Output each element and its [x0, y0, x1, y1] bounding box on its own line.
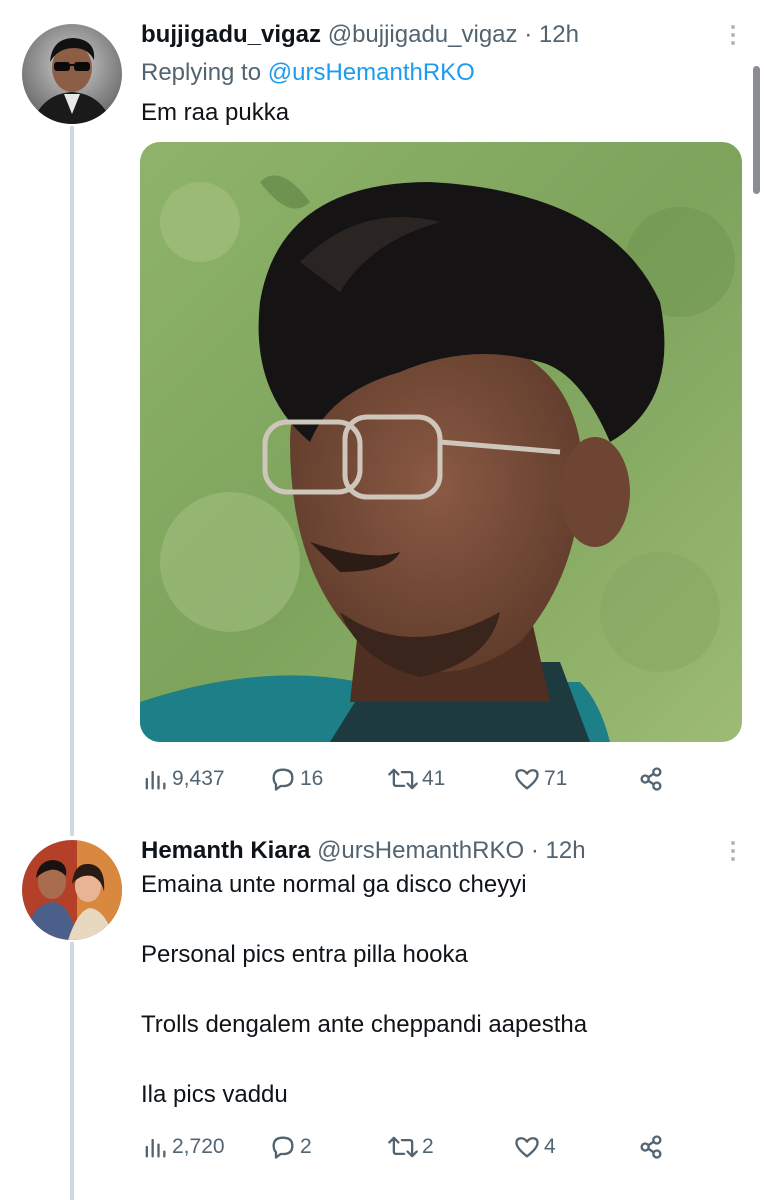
- reply-button[interactable]: 16: [269, 762, 323, 796]
- tweet-content: bujjigadu_vigaz @bujjigadu_vigaz · 12h R…: [141, 20, 740, 128]
- like-button[interactable]: 4: [513, 1130, 556, 1164]
- like-icon: [515, 1137, 539, 1158]
- views-count: 9,437: [172, 767, 225, 790]
- display-name[interactable]: bujjigadu_vigaz: [141, 21, 321, 48]
- tweet-text-line: Personal pics entra pilla hooka: [141, 941, 468, 968]
- tweet-actions: 9,437 16 41 71: [141, 762, 671, 796]
- share-button[interactable]: [637, 1130, 665, 1164]
- views-button[interactable]: 9,437: [141, 762, 225, 796]
- like-button[interactable]: 71: [513, 762, 567, 796]
- tweet-text-line: Ila pics vaddu: [141, 1081, 288, 1108]
- share-icon: [640, 1135, 662, 1159]
- views-icon: [145, 1138, 166, 1158]
- tweet-text-line: Trolls dengalem ante cheppandi aapestha: [141, 1011, 588, 1038]
- retweet-count: 41: [422, 767, 446, 790]
- more-icon[interactable]: [718, 836, 748, 866]
- reply-mention-link[interactable]: @ursHemanthRKO: [268, 59, 475, 86]
- reply-button[interactable]: 2: [269, 1130, 312, 1164]
- avatar[interactable]: [22, 24, 122, 124]
- like-icon: [515, 769, 539, 790]
- tweet-content: Hemanth Kiara @ursHemanthRKO · 12h Emain…: [141, 836, 740, 1110]
- tweet-text: Em raa pukka: [141, 98, 740, 128]
- tweet-1[interactable]: bujjigadu_vigaz @bujjigadu_vigaz · 12h R…: [0, 20, 764, 810]
- replying-to: Replying to @ursHemanthRKO: [141, 58, 740, 88]
- share-icon: [640, 767, 662, 791]
- replying-label: Replying to: [141, 59, 262, 86]
- display-name[interactable]: Hemanth Kiara: [141, 837, 310, 864]
- timestamp[interactable]: 12h: [546, 837, 586, 864]
- tweet-header: bujjigadu_vigaz @bujjigadu_vigaz · 12h: [141, 20, 740, 50]
- user-handle[interactable]: @bujjigadu_vigaz: [328, 21, 518, 48]
- separator-dot: ·: [524, 21, 533, 48]
- more-icon[interactable]: [718, 20, 748, 50]
- retweet-icon: [388, 768, 418, 790]
- tweet-actions: 2,720 2 2 4: [141, 1130, 671, 1164]
- tweet-photo[interactable]: [140, 142, 742, 742]
- tweet-text-line: Em raa pukka: [141, 99, 290, 126]
- tweet-text-line: Emaina unte normal ga disco cheyyi: [141, 871, 527, 898]
- retweet-button[interactable]: 2: [387, 1130, 434, 1164]
- reply-count: 2: [300, 1135, 312, 1158]
- views-button[interactable]: 2,720: [141, 1130, 225, 1164]
- reply-icon: [272, 1136, 294, 1159]
- views-count: 2,720: [172, 1135, 225, 1158]
- retweet-count: 2: [422, 1135, 434, 1158]
- tweet-2[interactable]: Hemanth Kiara @ursHemanthRKO · 12h Emain…: [0, 836, 764, 1200]
- like-count: 71: [544, 767, 568, 790]
- retweet-button[interactable]: 41: [387, 762, 445, 796]
- views-icon: [145, 770, 166, 790]
- tweet-header: Hemanth Kiara @ursHemanthRKO · 12h: [141, 836, 740, 866]
- separator-dot: ·: [530, 837, 539, 864]
- reply-icon: [272, 768, 294, 791]
- timestamp[interactable]: 12h: [539, 21, 579, 48]
- reply-count: 16: [300, 767, 324, 790]
- retweet-icon: [388, 1136, 418, 1158]
- tweet-text: Emaina unte normal ga disco cheyyi Perso…: [141, 870, 740, 1110]
- share-button[interactable]: [637, 762, 665, 796]
- like-count: 4: [544, 1135, 556, 1158]
- user-handle[interactable]: @ursHemanthRKO: [317, 837, 524, 864]
- avatar[interactable]: [22, 840, 122, 940]
